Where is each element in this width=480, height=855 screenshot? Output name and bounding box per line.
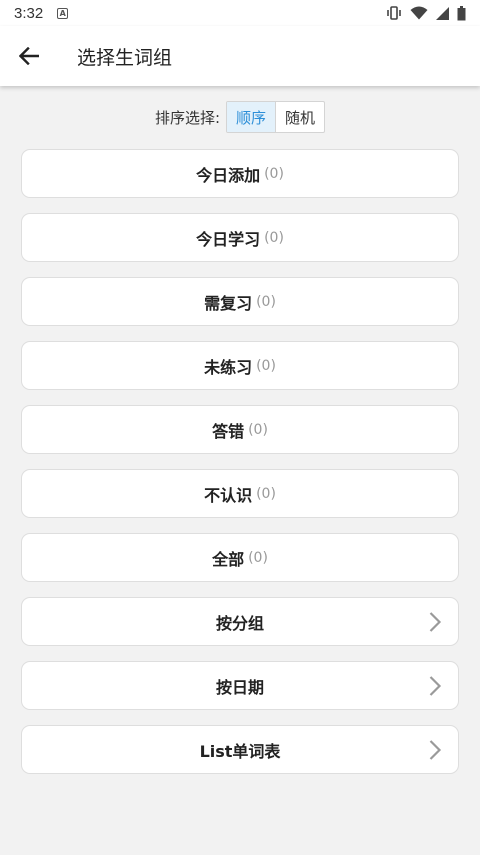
group-item-not-practiced[interactable]: 未练习 (0)	[21, 341, 459, 390]
status-time: 3:32	[14, 4, 44, 22]
group-label: 今日添加	[196, 165, 261, 185]
sort-label: 排序选择:	[154, 108, 221, 127]
group-label: 需复习	[204, 293, 253, 313]
sort-selector: 排序选择: 顺序 随机	[0, 101, 480, 133]
group-item-today-added[interactable]: 今日添加 (0)	[21, 149, 459, 198]
status-bar: 3:32 A	[0, 0, 480, 26]
back-button[interactable]	[0, 26, 58, 86]
group-label: 答错	[212, 421, 245, 441]
chevron-right-icon	[429, 612, 442, 632]
group-count: (0)	[248, 421, 268, 438]
group-item-all[interactable]: 全部 (0)	[21, 533, 459, 582]
a-letter-icon: A	[57, 7, 69, 19]
group-count: (0)	[248, 549, 268, 566]
arrow-left-icon	[19, 47, 39, 65]
group-count: (0)	[256, 485, 276, 502]
page-title: 选择生词组	[77, 46, 173, 69]
chevron-right-icon	[429, 740, 442, 760]
battery-icon	[457, 5, 466, 20]
group-item-wrong-answers[interactable]: 答错 (0)	[21, 405, 459, 454]
group-label: 不认识	[204, 485, 253, 505]
sort-option-sequential[interactable]: 顺序	[227, 102, 277, 132]
group-item-by-date[interactable]: 按日期	[21, 661, 459, 710]
group-label: 按分组	[215, 613, 264, 633]
group-item-list-wordlist[interactable]: List单词表	[21, 725, 459, 774]
vibrate-icon	[387, 6, 401, 20]
app-bar: 选择生词组	[0, 26, 480, 86]
group-item-today-studied[interactable]: 今日学习 (0)	[21, 213, 459, 262]
sort-option-random[interactable]: 随机	[276, 102, 324, 132]
group-item-need-review[interactable]: 需复习 (0)	[21, 277, 459, 326]
group-count: (0)	[264, 229, 284, 246]
signal-icon	[436, 6, 449, 20]
word-group-list: 今日添加 (0) 今日学习 (0) 需复习 (0) 未练习 (0) 答错 (0)…	[21, 149, 459, 789]
group-item-unknown[interactable]: 不认识 (0)	[21, 469, 459, 518]
group-label: 按日期	[215, 677, 264, 697]
wifi-icon	[410, 6, 428, 20]
chevron-right-icon	[429, 676, 442, 696]
group-label: 今日学习	[196, 229, 261, 249]
group-item-by-group[interactable]: 按分组	[21, 597, 459, 646]
group-count: (0)	[264, 165, 284, 182]
group-label: List单词表	[199, 741, 281, 761]
sort-segmented-control: 顺序 随机	[226, 101, 326, 133]
group-count: (0)	[256, 293, 276, 310]
group-count: (0)	[256, 357, 276, 374]
group-label: 未练习	[204, 357, 253, 377]
group-label: 全部	[212, 549, 245, 569]
status-icons	[386, 5, 466, 21]
